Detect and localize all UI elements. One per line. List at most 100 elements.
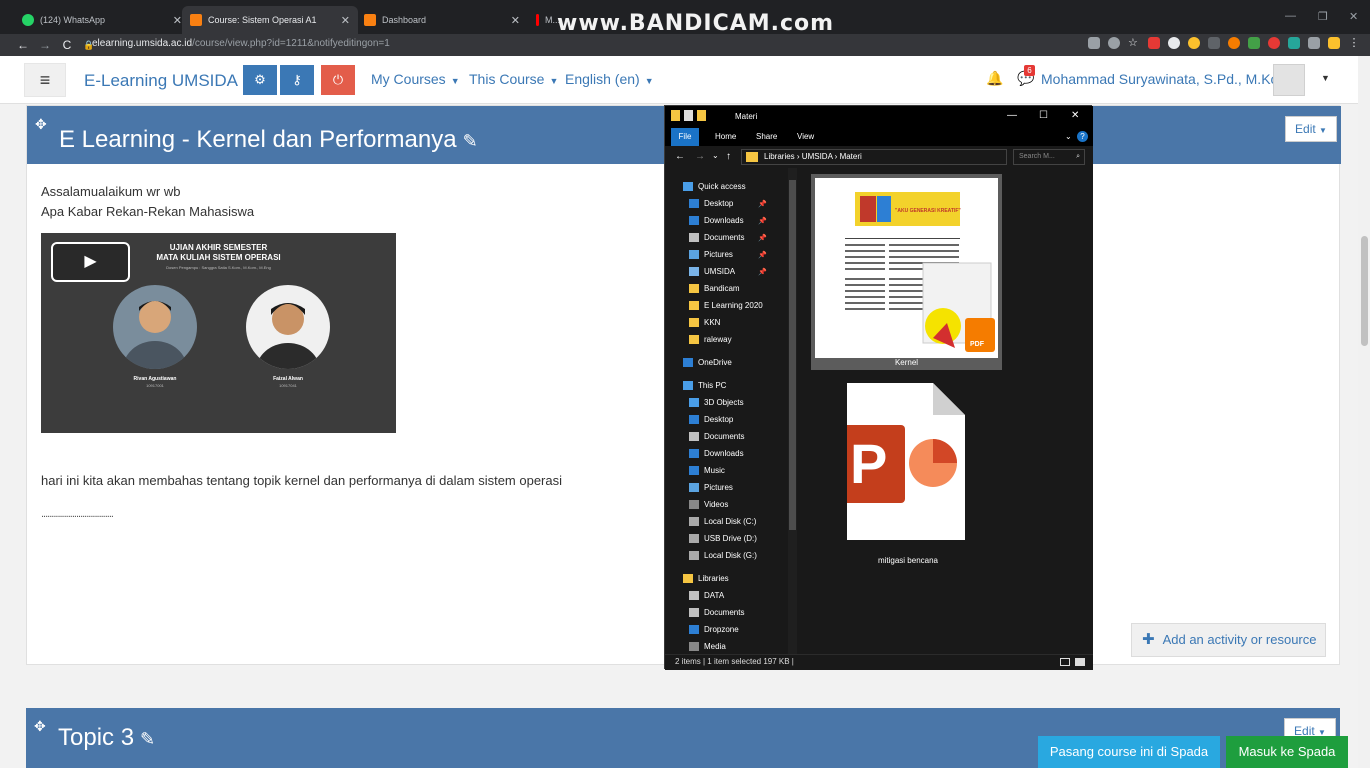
minimize-icon[interactable]: —: [1285, 10, 1296, 22]
bell-icon[interactable]: 🔔: [986, 70, 1003, 87]
back-icon[interactable]: ←: [14, 38, 32, 52]
nav-item[interactable]: Documents 📌: [689, 233, 767, 242]
nav-item[interactable]: UMSIDA 📌: [689, 267, 767, 276]
menu-language[interactable]: English (en) ▼: [565, 71, 654, 87]
zoom-icon[interactable]: [1108, 37, 1120, 49]
nav-item[interactable]: Documents: [689, 608, 744, 617]
reload-icon[interactable]: C: [58, 38, 76, 52]
nav-item[interactable]: This PC: [683, 381, 726, 390]
nav-item[interactable]: OneDrive: [683, 358, 732, 367]
avatar[interactable]: [1273, 64, 1305, 96]
nav-item[interactable]: Downloads 📌: [689, 216, 767, 225]
forward-icon[interactable]: →: [695, 151, 705, 162]
translate-icon[interactable]: [1088, 37, 1100, 49]
extension-x-icon[interactable]: [1208, 37, 1220, 49]
navigation-scrollbar[interactable]: [788, 168, 797, 654]
move-icon[interactable]: ✥: [34, 718, 46, 735]
cogs-icon[interactable]: ⚙: [243, 65, 277, 95]
video-player[interactable]: ▶ UJIAN AKHIR SEMESTER MATA KULIAH SISTE…: [41, 233, 396, 433]
user-name[interactable]: Mohammad Suryawinata, S.Pd., M.Kom: [1041, 71, 1290, 87]
menu-this-course[interactable]: This Course ▼: [469, 71, 558, 87]
forward-icon[interactable]: →: [36, 38, 54, 52]
nav-item[interactable]: Documents: [689, 432, 744, 441]
power-icon[interactable]: ⏻: [321, 65, 355, 95]
nav-item[interactable]: Downloads: [689, 449, 744, 458]
nav-item[interactable]: Local Disk (C:): [689, 517, 756, 526]
nav-item[interactable]: DATA: [689, 591, 724, 600]
nav-item[interactable]: Videos: [689, 500, 728, 509]
add-activity-button[interactable]: ✚ Add an activity or resource: [1131, 623, 1326, 657]
close-window-icon[interactable]: ✕: [1349, 10, 1358, 23]
site-brand[interactable]: E-Learning UMSIDA: [84, 71, 238, 91]
move-icon[interactable]: ✥: [35, 116, 47, 133]
folder-icon[interactable]: [671, 110, 680, 121]
extension-red-icon[interactable]: [1148, 37, 1160, 49]
thumbnail-view-icon[interactable]: [1075, 658, 1085, 666]
close-icon[interactable]: ✕: [341, 14, 350, 27]
nav-item[interactable]: USB Drive (D:): [689, 534, 757, 543]
up-icon[interactable]: ↑: [726, 151, 731, 162]
tab-whatsapp[interactable]: (124) WhatsApp ✕: [14, 6, 190, 34]
nav-item[interactable]: Libraries: [683, 574, 729, 583]
nav-item[interactable]: raleway: [689, 335, 732, 344]
url-field[interactable]: elearning.umsida.ac.id/course/view.php?i…: [92, 38, 390, 49]
path-bar[interactable]: Libraries › UMSIDA › Materi: [741, 149, 1007, 165]
extension-k-icon[interactable]: [1248, 37, 1260, 49]
hamburger-menu-button[interactable]: ≡: [24, 63, 66, 97]
tab-course[interactable]: Course: Sistem Operasi A1 ✕: [182, 6, 358, 34]
key-icon[interactable]: ⚷: [280, 65, 314, 95]
back-icon[interactable]: ←: [675, 151, 685, 162]
file-name[interactable]: mitigasi bencana: [798, 556, 1018, 565]
close-icon[interactable]: ✕: [1071, 110, 1079, 121]
pin-icon[interactable]: 📌: [758, 251, 767, 259]
pin-icon[interactable]: 📌: [758, 268, 767, 276]
extension-badge-icon[interactable]: [1268, 37, 1280, 49]
extension-green-icon[interactable]: [1288, 37, 1300, 49]
tab-dashboard[interactable]: Dashboard ✕: [356, 6, 528, 34]
extension-orange-icon[interactable]: [1228, 37, 1240, 49]
nav-item[interactable]: Local Disk (G:): [689, 551, 757, 560]
scrollbar-thumb[interactable]: [789, 180, 796, 530]
nav-item[interactable]: 3D Objects: [689, 398, 744, 407]
ribbon-tab-share[interactable]: Share: [756, 132, 777, 141]
file-item-kernel[interactable]: "AKU GENERASI KREATIF" PDF Kernel: [811, 174, 1002, 370]
nav-item[interactable]: Desktop: [689, 415, 733, 424]
explorer-search-input[interactable]: Search M... ⌕: [1013, 149, 1085, 165]
menu-dots-icon[interactable]: ⋮: [1348, 37, 1360, 49]
nav-item[interactable]: KKN: [689, 318, 720, 327]
extension-moon-icon[interactable]: [1188, 37, 1200, 49]
ribbon-expand-icon[interactable]: ⌄: [1065, 132, 1072, 141]
details-view-icon[interactable]: [1060, 658, 1070, 666]
pencil-icon[interactable]: ✎: [463, 131, 478, 151]
properties-icon[interactable]: [684, 110, 693, 121]
pin-icon[interactable]: 📌: [758, 217, 767, 225]
new-folder-icon[interactable]: [697, 110, 706, 121]
pin-icon[interactable]: 📌: [758, 200, 767, 208]
star-icon[interactable]: ☆: [1128, 37, 1140, 49]
minimize-icon[interactable]: —: [1007, 110, 1017, 121]
recent-chevron-icon[interactable]: ⌄: [712, 151, 719, 160]
extension-circle-icon[interactable]: [1168, 37, 1180, 49]
nav-item[interactable]: Pictures: [689, 483, 733, 492]
maximize-icon[interactable]: ☐: [1039, 110, 1048, 121]
pin-icon[interactable]: 📌: [758, 234, 767, 242]
powerpoint-file-icon[interactable]: P: [847, 383, 965, 540]
edit-button[interactable]: Edit ▼: [1285, 116, 1337, 142]
pasang-spada-button[interactable]: Pasang course ini di Spada: [1038, 736, 1220, 768]
close-icon[interactable]: ✕: [173, 14, 182, 27]
nav-item[interactable]: Pictures 📌: [689, 250, 767, 259]
ribbon-tab-view[interactable]: View: [797, 132, 814, 141]
menu-my-courses[interactable]: My Courses ▼: [371, 71, 460, 87]
ribbon-tab-home[interactable]: Home: [715, 132, 736, 141]
ribbon-tab-file[interactable]: File: [671, 128, 699, 146]
close-icon[interactable]: ✕: [511, 14, 520, 27]
nav-item[interactable]: E Learning 2020: [689, 301, 763, 310]
nav-item[interactable]: Desktop 📌: [689, 199, 767, 208]
nav-item[interactable]: Dropzone: [689, 625, 739, 634]
nav-item[interactable]: Bandicam: [689, 284, 740, 293]
pencil-icon[interactable]: ✎: [140, 729, 155, 749]
chevron-down-icon[interactable]: ▼: [1321, 73, 1330, 83]
nav-item[interactable]: Media: [689, 642, 726, 651]
help-icon[interactable]: ?: [1077, 131, 1088, 142]
masuk-spada-button[interactable]: Masuk ke Spada: [1226, 736, 1348, 768]
